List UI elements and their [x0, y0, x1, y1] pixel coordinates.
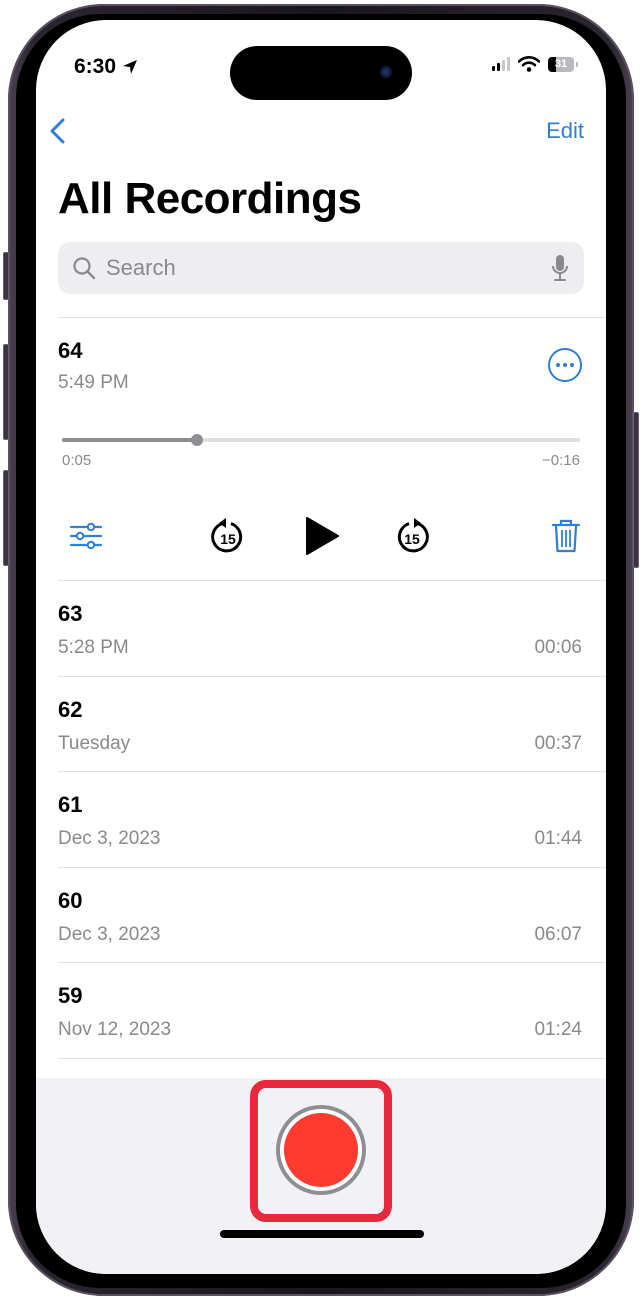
wifi-icon — [518, 56, 540, 72]
playback-scrubber[interactable] — [62, 434, 580, 446]
back-button[interactable] — [44, 116, 74, 146]
recording-duration: 00:37 — [534, 732, 582, 754]
power-button — [633, 412, 639, 568]
recording-name: 63 — [58, 601, 83, 626]
dynamic-island — [230, 46, 412, 100]
scrubber-knob[interactable] — [190, 434, 203, 446]
ellipsis-dot — [556, 363, 560, 367]
status-time: 6:30 — [74, 55, 138, 79]
play-icon — [306, 517, 339, 555]
battery-icon: 31 — [548, 56, 574, 72]
volume-down-button — [3, 470, 9, 566]
microphone-icon[interactable] — [550, 254, 570, 282]
volume-up-button — [3, 344, 9, 440]
status-time-text: 6:30 — [74, 55, 117, 78]
screen: 6:30 31 Edit All Recordings Search 64 5:… — [36, 20, 606, 1274]
skip-back-15-icon: 15 — [211, 518, 243, 553]
skip-forward-15-icon: 15 — [397, 518, 429, 553]
page-title: All Recordings — [58, 174, 362, 223]
magnifier-icon — [73, 257, 96, 280]
location-arrow-icon — [123, 60, 138, 74]
recording-date: 5:49 PM — [58, 372, 129, 393]
recording-row[interactable]: 61 Dec 3, 2023 01:44 — [36, 772, 606, 868]
skip-back-button[interactable]: 15 — [206, 514, 250, 558]
home-indicator[interactable] — [220, 1230, 424, 1238]
record-icon — [284, 1113, 358, 1187]
recording-date: 5:28 PM — [58, 637, 129, 658]
more-options-button[interactable] — [548, 348, 582, 382]
action-button — [3, 252, 9, 300]
recording-date: Tuesday — [58, 732, 131, 754]
recording-date: Dec 3, 2023 — [58, 828, 161, 849]
recording-row[interactable]: 62 Tuesday 00:37 — [36, 677, 606, 773]
edit-button[interactable]: Edit — [546, 118, 584, 144]
options-button[interactable] — [66, 514, 106, 558]
search-placeholder: Search — [106, 255, 176, 280]
camera-icon — [380, 66, 392, 78]
play-button[interactable] — [302, 514, 342, 558]
trash-icon — [551, 519, 581, 553]
search-field[interactable]: Search — [58, 242, 584, 294]
recording-name: 59 — [58, 983, 83, 1008]
chevron-left-icon — [50, 118, 65, 144]
ellipsis-dot — [563, 363, 567, 367]
ellipsis-dot — [570, 363, 574, 367]
recording-row[interactable]: 63 5:28 PM 00:06 — [36, 581, 606, 677]
playback-controls: 15 15 — [36, 514, 606, 558]
skip-back-label: 15 — [220, 531, 236, 547]
skip-forward-label: 15 — [404, 531, 420, 547]
battery-tip — [576, 61, 578, 67]
recording-duration: 00:06 — [534, 637, 582, 658]
recording-name: 60 — [58, 887, 83, 913]
recording-duration: 01:24 — [534, 1019, 582, 1040]
recording-date: Nov 12, 2023 — [58, 1019, 172, 1040]
recording-duration: 06:07 — [534, 923, 582, 945]
recording-row[interactable]: 59 Nov 12, 2023 01:24 — [36, 963, 606, 1059]
delete-button[interactable] — [546, 514, 586, 558]
sliders-icon — [69, 522, 103, 550]
status-indicators: 31 — [492, 56, 578, 72]
battery-percent: 31 — [554, 57, 568, 70]
recording-duration: 01:44 — [534, 828, 582, 849]
remaining-time: −0:16 — [542, 452, 580, 469]
recording-name: 61 — [58, 792, 83, 817]
recording-row[interactable]: 60 Dec 3, 2023 06:07 — [36, 868, 606, 964]
scrubber-progress — [62, 438, 197, 442]
cellular-signal-icon — [492, 57, 510, 71]
divider — [58, 1057, 606, 1059]
recording-name: 64 — [58, 338, 83, 363]
expanded-recording[interactable]: 64 5:49 PM 0:05 −0:16 15 15 — [36, 318, 606, 580]
recording-date: Dec 3, 2023 — [58, 923, 161, 945]
recording-name: 62 — [58, 696, 83, 722]
skip-forward-button[interactable]: 15 — [390, 514, 434, 558]
elapsed-time: 0:05 — [62, 452, 92, 469]
record-button[interactable] — [276, 1105, 366, 1195]
